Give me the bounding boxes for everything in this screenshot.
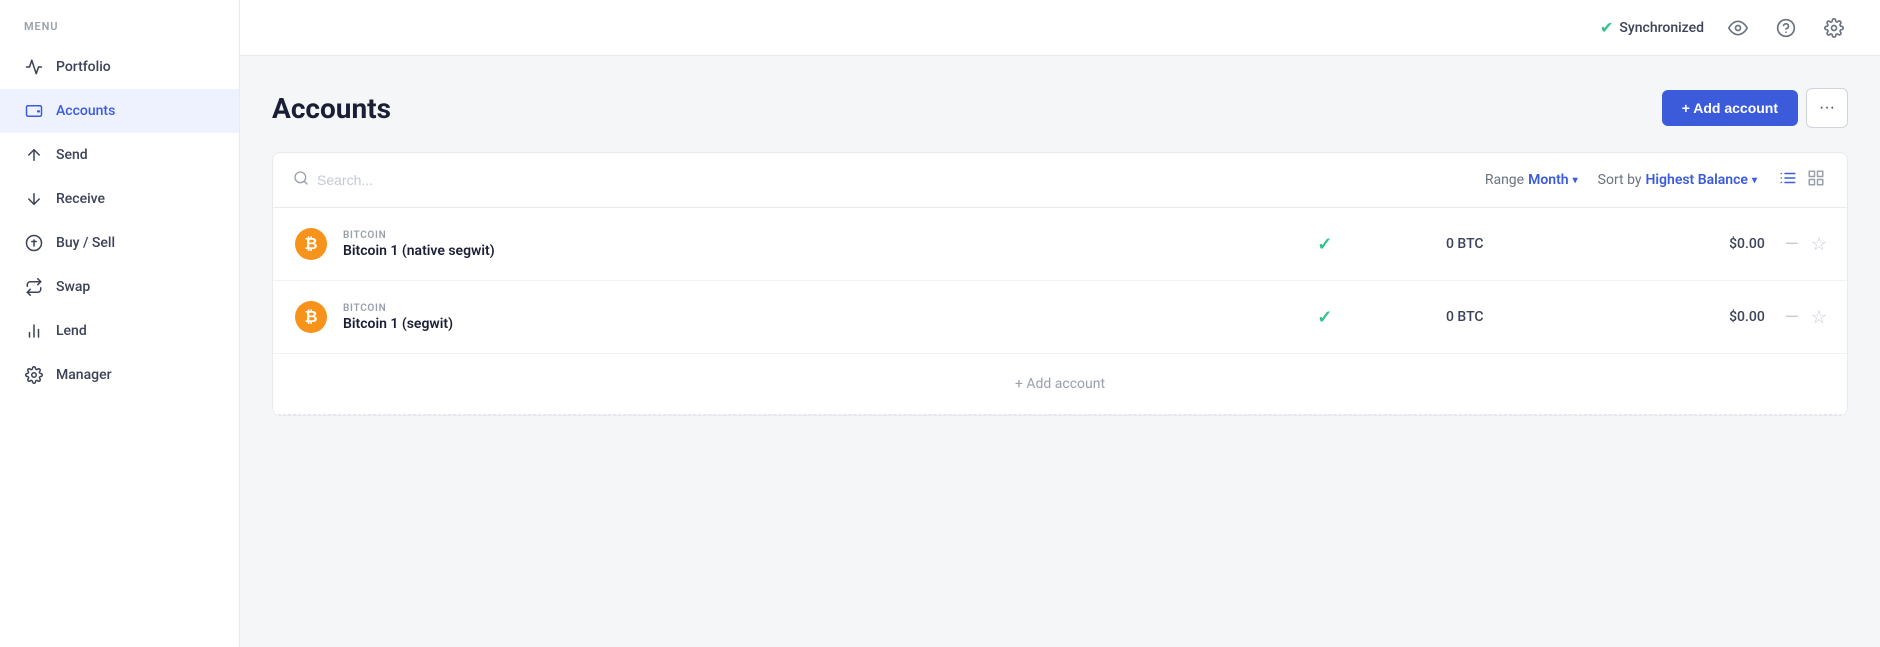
sidebar-item-receive[interactable]: Receive	[0, 177, 239, 221]
swap-icon	[24, 277, 44, 297]
search-icon	[293, 170, 309, 190]
accounts-toolbar: Range Month ▾ Sort by Highest Balance ▾	[273, 153, 1847, 208]
sidebar-item-accounts-label: Accounts	[56, 103, 115, 119]
account-balance-crypto: 0 BTC	[1365, 309, 1565, 325]
sidebar-item-swap[interactable]: Swap	[0, 265, 239, 309]
account-type: BITCOIN	[343, 230, 1285, 241]
wallet-icon	[24, 101, 44, 121]
account-row[interactable]: ₿ BITCOIN Bitcoin 1 (native segwit) ✓ 0 …	[273, 208, 1847, 281]
account-synced-check: ✓	[1285, 307, 1365, 328]
btc-icon-wrap: ₿	[293, 226, 329, 262]
sidebar-item-lend-label: Lend	[56, 323, 87, 339]
range-chevron-icon: ▾	[1573, 175, 1578, 186]
account-actions: — ☆	[1785, 307, 1827, 328]
sync-check-icon: ✔	[1600, 18, 1613, 37]
arrow-down-icon	[24, 189, 44, 209]
sortby-control: Sort by Highest Balance ▾	[1598, 172, 1757, 188]
sidebar-item-portfolio-label: Portfolio	[56, 59, 111, 75]
account-type: BITCOIN	[343, 303, 1285, 314]
more-options-button[interactable]: ···	[1806, 88, 1848, 128]
add-account-inline-label: + Add account	[1015, 376, 1105, 392]
view-toggle	[1777, 167, 1827, 193]
main-content: ✔ Synchronized Accounts + Add account	[240, 0, 1880, 647]
list-view-button[interactable]	[1777, 167, 1799, 193]
star-icon[interactable]: ☆	[1811, 234, 1827, 255]
page-title: Accounts	[272, 92, 391, 125]
account-balance-fiat: $0.00	[1565, 236, 1765, 252]
account-synced-check: ✓	[1285, 234, 1365, 255]
account-info: BITCOIN Bitcoin 1 (native segwit)	[343, 230, 1285, 259]
accounts-panel: Range Month ▾ Sort by Highest Balance ▾	[272, 152, 1848, 416]
manager-icon	[24, 365, 44, 385]
page-content: Accounts + Add account ···	[240, 56, 1880, 647]
add-account-button[interactable]: + Add account	[1662, 90, 1798, 126]
account-info: BITCOIN Bitcoin 1 (segwit)	[343, 303, 1285, 332]
range-control: Range Month ▾	[1485, 172, 1578, 188]
sidebar-item-manager[interactable]: Manager	[0, 353, 239, 397]
arrow-up-icon	[24, 145, 44, 165]
star-icon[interactable]: ☆	[1811, 307, 1827, 328]
bitcoin-icon: ₿	[295, 301, 327, 333]
bitcoin-icon: ₿	[295, 228, 327, 260]
sync-status: ✔ Synchronized	[1600, 18, 1704, 37]
sidebar: MENU Portfolio Accounts Send	[0, 0, 240, 647]
range-label: Range	[1485, 172, 1524, 188]
sidebar-item-receive-label: Receive	[56, 191, 105, 207]
dollar-circle-icon	[24, 233, 44, 253]
sidebar-item-send-label: Send	[56, 147, 88, 163]
toolbar-right: Range Month ▾ Sort by Highest Balance ▾	[1485, 167, 1827, 193]
search-wrapper	[293, 170, 1485, 190]
grid-view-button[interactable]	[1805, 167, 1827, 193]
page-header: Accounts + Add account ···	[272, 88, 1848, 128]
dash-icon: —	[1785, 307, 1799, 328]
sidebar-item-portfolio[interactable]: Portfolio	[0, 45, 239, 89]
account-actions: — ☆	[1785, 234, 1827, 255]
sidebar-item-lend[interactable]: Lend	[0, 309, 239, 353]
menu-label: MENU	[0, 20, 239, 45]
sortby-value[interactable]: Highest Balance ▾	[1646, 172, 1758, 188]
eye-icon[interactable]	[1724, 14, 1752, 42]
sidebar-item-buy-sell-label: Buy / Sell	[56, 235, 115, 251]
btc-icon-wrap: ₿	[293, 299, 329, 335]
account-name: Bitcoin 1 (segwit)	[343, 316, 1285, 332]
ellipsis-icon: ···	[1819, 99, 1835, 117]
range-value[interactable]: Month ▾	[1528, 172, 1578, 188]
sync-label: Synchronized	[1619, 20, 1704, 36]
sidebar-item-manager-label: Manager	[56, 367, 112, 383]
sidebar-item-send[interactable]: Send	[0, 133, 239, 177]
sidebar-item-swap-label: Swap	[56, 279, 90, 295]
account-row[interactable]: ₿ BITCOIN Bitcoin 1 (segwit) ✓ 0 BTC $0.…	[273, 281, 1847, 354]
account-balance-fiat: $0.00	[1565, 309, 1765, 325]
sidebar-item-accounts[interactable]: Accounts	[0, 89, 239, 133]
sortby-chevron-icon: ▾	[1752, 175, 1757, 186]
header-actions: + Add account ···	[1662, 88, 1848, 128]
help-icon[interactable]	[1772, 14, 1800, 42]
dash-icon: —	[1785, 234, 1799, 255]
account-balance-crypto: 0 BTC	[1365, 236, 1565, 252]
topbar: ✔ Synchronized	[240, 0, 1880, 56]
bar-chart-icon	[24, 321, 44, 341]
add-account-inline-button[interactable]: + Add account	[273, 354, 1847, 415]
sortby-label: Sort by	[1598, 172, 1642, 188]
account-name: Bitcoin 1 (native segwit)	[343, 243, 1285, 259]
search-input[interactable]	[317, 172, 617, 188]
sidebar-item-buy-sell[interactable]: Buy / Sell	[0, 221, 239, 265]
chart-line-icon	[24, 57, 44, 77]
settings-icon[interactable]	[1820, 14, 1848, 42]
